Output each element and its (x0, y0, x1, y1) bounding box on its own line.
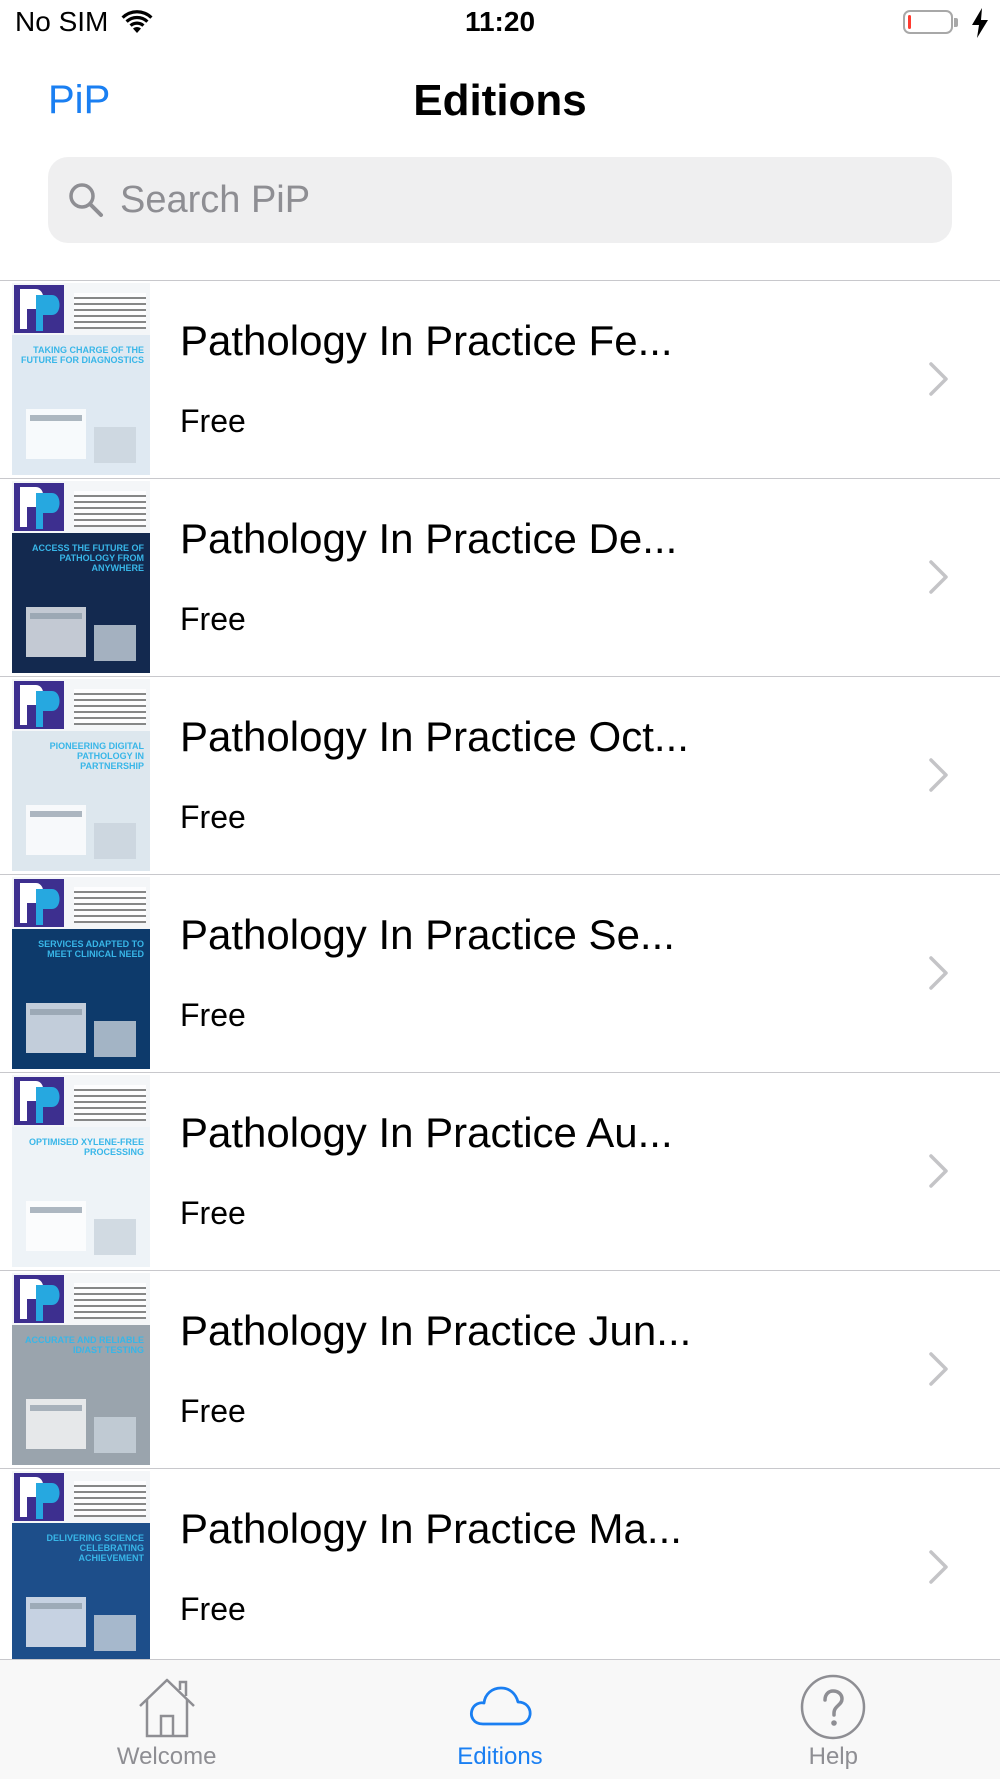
edition-title: Pathology In Practice Jun... (180, 1307, 692, 1354)
pip-logo-icon (14, 1077, 64, 1125)
cover-headline: TAKING CHARGE OF THE FUTURE FOR DIAGNOST… (21, 345, 144, 365)
pip-logo-icon (14, 483, 64, 531)
edition-cover-thumbnail: PIONEERING DIGITAL PATHOLOGY IN PARTNERS… (12, 679, 150, 871)
cover-masthead (12, 1075, 150, 1127)
cover-text-lines (74, 887, 146, 923)
tab-editions[interactable]: Editions (333, 1660, 666, 1779)
cover-masthead (12, 481, 150, 533)
chevron-right-icon (929, 758, 948, 792)
pip-logo-icon (14, 681, 64, 729)
tab-label: Welcome (116, 1743, 217, 1770)
chevron-right-icon (929, 1550, 948, 1584)
cover-masthead (12, 1273, 150, 1325)
tab-welcome[interactable]: Welcome (0, 1660, 333, 1779)
edition-row[interactable]: SERVICES ADAPTED TO MEET CLINICAL NEED Pa… (0, 875, 1000, 1073)
edition-price: Free (180, 997, 246, 1033)
pip-logo-icon (14, 1275, 64, 1323)
edition-title: Pathology In Practice De... (180, 515, 678, 562)
cover-masthead (12, 679, 150, 731)
cover-headline: PIONEERING DIGITAL PATHOLOGY IN PARTNERS… (49, 741, 144, 771)
cover-headline: ACCESS THE FUTURE OF PATHOLOGY FROM ANYW… (31, 543, 144, 573)
cover-text-lines (74, 1085, 146, 1121)
chevron-right-icon (929, 560, 948, 594)
cover-headline: DELIVERING SCIENCE CELEBRATING ACHIEVEME… (46, 1533, 144, 1563)
search-icon (69, 183, 103, 217)
cover-headline: OPTIMISED XYLENE-FREE PROCESSING (28, 1137, 144, 1157)
cover-text-lines (74, 689, 146, 725)
battery-level (908, 15, 911, 29)
cover-text-lines (74, 293, 146, 329)
search-bar[interactable] (48, 157, 952, 243)
house-icon (138, 1678, 195, 1738)
navigation-bar: PiP Editions (0, 50, 1000, 160)
edition-price: Free (180, 1393, 246, 1429)
cover-text-lines (74, 491, 146, 527)
question-icon (801, 1674, 866, 1740)
pip-logo-icon (14, 1473, 64, 1521)
charging-bolt-icon (972, 8, 988, 38)
edition-price: Free (180, 1195, 246, 1231)
pip-logo-icon (14, 879, 64, 927)
edition-price: Free (180, 403, 246, 439)
edition-cover-thumbnail: SERVICES ADAPTED TO MEET CLINICAL NEED (12, 877, 150, 1069)
page-title: Editions (413, 76, 587, 125)
tab-label: Editions (457, 1743, 543, 1770)
chevron-right-icon (929, 1352, 948, 1386)
tab-bar: Welcome Editions Help (0, 1659, 1000, 1779)
edition-cover-thumbnail: OPTIMISED XYLENE-FREE PROCESSING (12, 1075, 150, 1267)
search-input[interactable] (118, 177, 922, 223)
edition-row[interactable]: DELIVERING SCIENCE CELEBRATING ACHIEVEME… (0, 1469, 1000, 1667)
edition-row[interactable]: ACCURATE AND RELIABLE ID/AST TESTING Path… (0, 1271, 1000, 1469)
tab-help[interactable]: Help (667, 1660, 1000, 1779)
chevron-right-icon (929, 362, 948, 396)
status-bar: No SIM 11:20 (0, 0, 1000, 50)
edition-title: Pathology In Practice Fe... (180, 317, 673, 364)
edition-price: Free (180, 601, 246, 637)
edition-title: Pathology In Practice Se... (180, 911, 675, 958)
editions-list: TAKING CHARGE OF THE FUTURE FOR DIAGNOST… (0, 280, 1000, 1667)
cover-text-lines (74, 1283, 146, 1319)
edition-row[interactable]: ACCESS THE FUTURE OF PATHOLOGY FROM ANYW… (0, 479, 1000, 677)
tab-label: Help (808, 1743, 858, 1770)
edition-row[interactable]: OPTIMISED XYLENE-FREE PROCESSING Patholog… (0, 1073, 1000, 1271)
edition-row[interactable]: PIONEERING DIGITAL PATHOLOGY IN PARTNERS… (0, 677, 1000, 875)
battery-icon (903, 10, 958, 36)
edition-cover-thumbnail: DELIVERING SCIENCE CELEBRATING ACHIEVEME… (12, 1471, 150, 1663)
clock: 11:20 (464, 6, 536, 37)
cover-masthead (12, 283, 150, 335)
edition-cover-thumbnail: ACCURATE AND RELIABLE ID/AST TESTING (12, 1273, 150, 1465)
edition-title: Pathology In Practice Au... (180, 1109, 673, 1156)
edition-cover-thumbnail: ACCESS THE FUTURE OF PATHOLOGY FROM ANYW… (12, 481, 150, 673)
edition-title: Pathology In Practice Ma... (180, 1505, 682, 1552)
edition-cover-thumbnail: TAKING CHARGE OF THE FUTURE FOR DIAGNOST… (12, 283, 150, 475)
edition-row[interactable]: TAKING CHARGE OF THE FUTURE FOR DIAGNOST… (0, 281, 1000, 479)
cloud-icon (470, 1686, 532, 1726)
cover-headline: ACCURATE AND RELIABLE ID/AST TESTING (25, 1335, 144, 1355)
pip-logo-icon (14, 285, 64, 333)
cover-masthead (12, 877, 150, 929)
chevron-right-icon (929, 1154, 948, 1188)
edition-price: Free (180, 1591, 246, 1627)
edition-price: Free (180, 799, 246, 835)
chevron-right-icon (929, 956, 948, 990)
cover-headline: SERVICES ADAPTED TO MEET CLINICAL NEED (38, 939, 144, 959)
cover-text-lines (74, 1481, 146, 1517)
edition-title: Pathology In Practice Oct... (180, 713, 689, 760)
cover-masthead (12, 1471, 150, 1523)
